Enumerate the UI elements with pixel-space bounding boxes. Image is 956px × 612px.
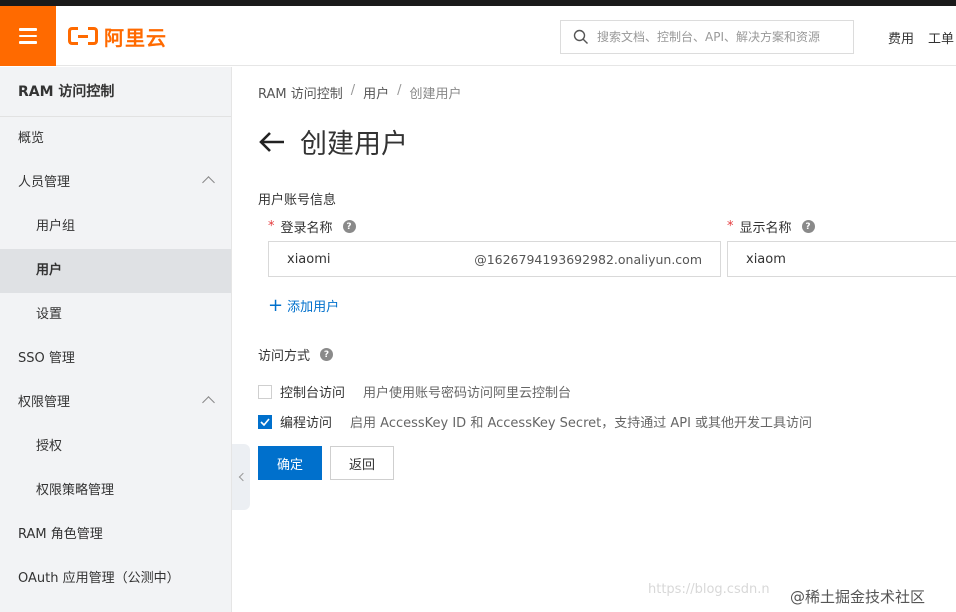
sidebar-item-label: 授权 [36,439,63,454]
display-name-value: xiaom [746,251,786,267]
breadcrumb-item-ram[interactable]: RAM 访问控制 [258,83,343,102]
global-search[interactable] [560,20,854,54]
sidebar-item-label: 用户 [36,263,63,278]
search-icon [573,29,588,44]
option-programmatic-access[interactable]: 编程访问 启用 AccessKey ID 和 AccessKey Secret，… [258,412,812,431]
required-mark: * [727,219,734,234]
login-name-label-text: 登录名称 [280,221,333,236]
console-access-checkbox[interactable] [258,384,272,399]
header-link-billing[interactable]: 费用 [888,28,914,47]
sidebar-item-oauth[interactable]: OAuth 应用管理（公测中） [0,557,231,601]
sidebar: RAM 访问控制 概览 人员管理 用户组 用户 设置 SSO 管理 权限管理 授… [0,67,232,612]
help-icon[interactable]: ? [342,220,356,233]
display-name-label: * 显示名称 ? [727,217,815,236]
sidebar-item-ram-roles[interactable]: RAM 角色管理 [0,513,231,557]
add-user-label: 添加用户 [287,300,340,315]
confirm-button[interactable]: 确定 [258,446,322,480]
display-name-field[interactable]: xiaom [727,241,956,277]
account-info-section-label: 用户账号信息 [258,193,337,208]
juejin-watermark: @稀土掘金技术社区 [790,586,926,607]
chevron-up-icon [202,396,215,409]
sidebar-item-label: 概览 [18,131,45,146]
breadcrumb-item-users[interactable]: 用户 [363,83,389,102]
display-name-label-text: 显示名称 [739,221,792,236]
page-header: 创建用户 [258,122,408,161]
required-mark: * [268,219,275,234]
sidebar-item-label: RAM 角色管理 [18,527,103,542]
sidebar-item-groups[interactable]: 用户组 [0,205,231,249]
chevron-up-icon [202,176,215,189]
sidebar-title: RAM 访问控制 [0,67,231,117]
sidebar-item-label: OAuth 应用管理（公测中） [18,571,180,586]
chevron-left-icon [238,472,247,482]
sidebar-item-label: 人员管理 [18,175,71,190]
programmatic-access-checkbox[interactable] [258,414,272,429]
sidebar-item-label: 权限管理 [18,395,71,410]
option-description: 启用 AccessKey ID 和 AccessKey Secret，支持通过 … [350,416,813,431]
option-console-access[interactable]: 控制台访问 用户使用账号密码访问阿里云控制台 [258,382,571,401]
sidebar-item-label: 权限策略管理 [36,483,115,498]
access-mode-label: 访问方式 ? [258,345,334,364]
breadcrumb: RAM 访问控制 / 用户 / 创建用户 [258,83,462,102]
add-user-link[interactable]: + 添加用户 [268,296,339,315]
breadcrumb-separator: / [350,83,356,98]
sidebar-group-permissions[interactable]: 权限管理 [0,381,231,425]
page-title: 创建用户 [300,129,408,160]
hamburger-menu-icon[interactable] [0,6,56,66]
header-link-tickets[interactable]: 工单 [928,28,954,47]
breadcrumb-separator: / [397,83,402,98]
plus-icon: + [268,294,284,316]
option-description: 用户使用账号密码访问阿里云控制台 [363,386,572,401]
back-button[interactable]: 返回 [330,446,394,480]
csdn-watermark: https://blog.csdn.n [648,582,770,597]
sidebar-item-label: SSO 管理 [18,351,75,366]
help-icon[interactable]: ? [320,348,334,361]
login-name-value: xiaomi [287,251,331,267]
sidebar-collapse-toggle[interactable] [232,444,250,510]
back-arrow-icon[interactable] [258,131,286,153]
sidebar-item-label: 设置 [36,307,63,322]
sidebar-item-users[interactable]: 用户 [0,249,231,293]
access-mode-label-text: 访问方式 [258,349,311,364]
search-input[interactable] [597,30,847,44]
sidebar-item-policies[interactable]: 权限策略管理 [0,469,231,513]
sidebar-item-grants[interactable]: 授权 [0,425,231,469]
option-label: 编程访问 [280,416,333,431]
top-header: 阿里云 费用 工单 [0,6,956,66]
checkmark-icon [260,417,270,426]
sidebar-item-settings[interactable]: 设置 [0,293,231,337]
help-icon[interactable]: ? [801,220,815,233]
aliyun-logo[interactable]: 阿里云 [68,23,167,50]
login-name-field[interactable]: xiaomi @1626794193692982.onaliyun.com [268,241,721,277]
login-name-label: * 登录名称 ? [268,217,356,236]
sidebar-item-sso[interactable]: SSO 管理 [0,337,231,381]
breadcrumb-item-current: 创建用户 [409,87,462,102]
login-name-domain-suffix: @1626794193692982.onaliyun.com [474,251,702,267]
option-label: 控制台访问 [280,386,346,401]
brand-name: 阿里云 [104,25,167,50]
sidebar-group-people[interactable]: 人员管理 [0,161,231,205]
sidebar-item-label: 用户组 [36,219,76,234]
aliyun-logo-mark-icon [68,27,98,45]
sidebar-item-overview[interactable]: 概览 [0,117,231,161]
